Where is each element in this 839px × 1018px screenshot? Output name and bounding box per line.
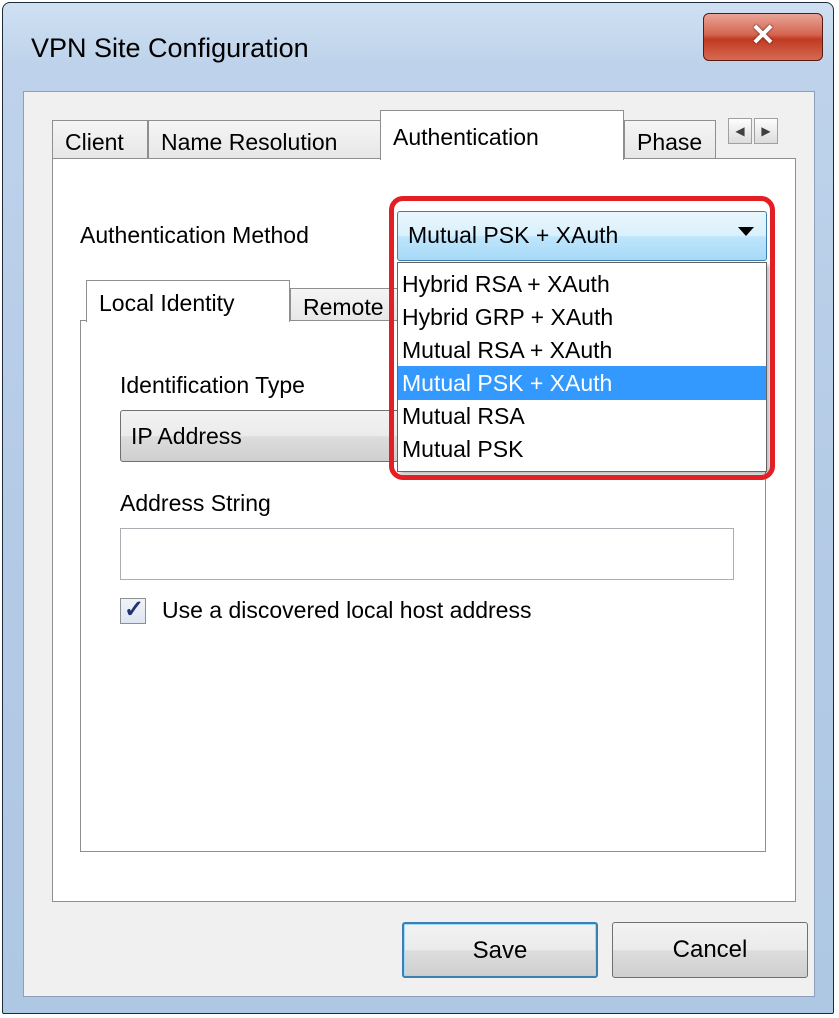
tab-authentication[interactable]: Authentication	[380, 110, 624, 160]
tab-scroll-right[interactable]: ▶	[754, 118, 778, 144]
tab-client[interactable]: Client	[52, 120, 148, 160]
tab-scroll-left[interactable]: ◀	[728, 118, 752, 144]
discovered-address-label: Use a discovered local host address	[162, 597, 532, 623]
cancel-button[interactable]: Cancel	[612, 922, 808, 978]
auth-option[interactable]: Hybrid RSA + XAuth	[398, 267, 766, 301]
tab-local-identity[interactable]: Local Identity	[86, 280, 290, 322]
identification-type-select[interactable]: IP Address	[120, 410, 420, 462]
auth-option[interactable]: Mutual PSK	[398, 432, 766, 466]
window-title: VPN Site Configuration	[31, 33, 309, 63]
address-string-label: Address String	[120, 490, 271, 516]
auth-option[interactable]: Hybrid GRP + XAuth	[398, 300, 766, 334]
tab-remote-identity[interactable]: Remote	[290, 288, 400, 322]
address-string-input[interactable]	[120, 528, 734, 580]
identification-type-value: IP Address	[131, 423, 242, 449]
close-button[interactable]: ✕	[703, 13, 823, 61]
save-button[interactable]: Save	[402, 922, 598, 978]
chevron-down-icon	[738, 227, 754, 236]
arrow-left-icon: ◀	[735, 124, 745, 138]
auth-method-select[interactable]: Mutual PSK + XAuth	[397, 211, 767, 261]
identification-type-label: Identification Type	[120, 372, 305, 398]
auth-method-dropdown: Hybrid RSA + XAuth Hybrid GRP + XAuth Mu…	[397, 262, 767, 472]
auth-option[interactable]: Mutual RSA	[398, 399, 766, 433]
tab-phase[interactable]: Phase	[624, 120, 716, 160]
check-icon: ✓	[124, 596, 145, 623]
tab-name-resolution[interactable]: Name Resolution	[148, 120, 382, 160]
auth-option[interactable]: Mutual RSA + XAuth	[398, 333, 766, 367]
close-icon: ✕	[750, 19, 776, 52]
discovered-address-checkbox[interactable]: ✓	[120, 596, 146, 624]
auth-method-value: Mutual PSK + XAuth	[408, 222, 619, 248]
auth-option-selected[interactable]: Mutual PSK + XAuth	[398, 366, 766, 400]
auth-method-label: Authentication Method	[80, 222, 309, 248]
arrow-right-icon: ▶	[761, 124, 771, 138]
